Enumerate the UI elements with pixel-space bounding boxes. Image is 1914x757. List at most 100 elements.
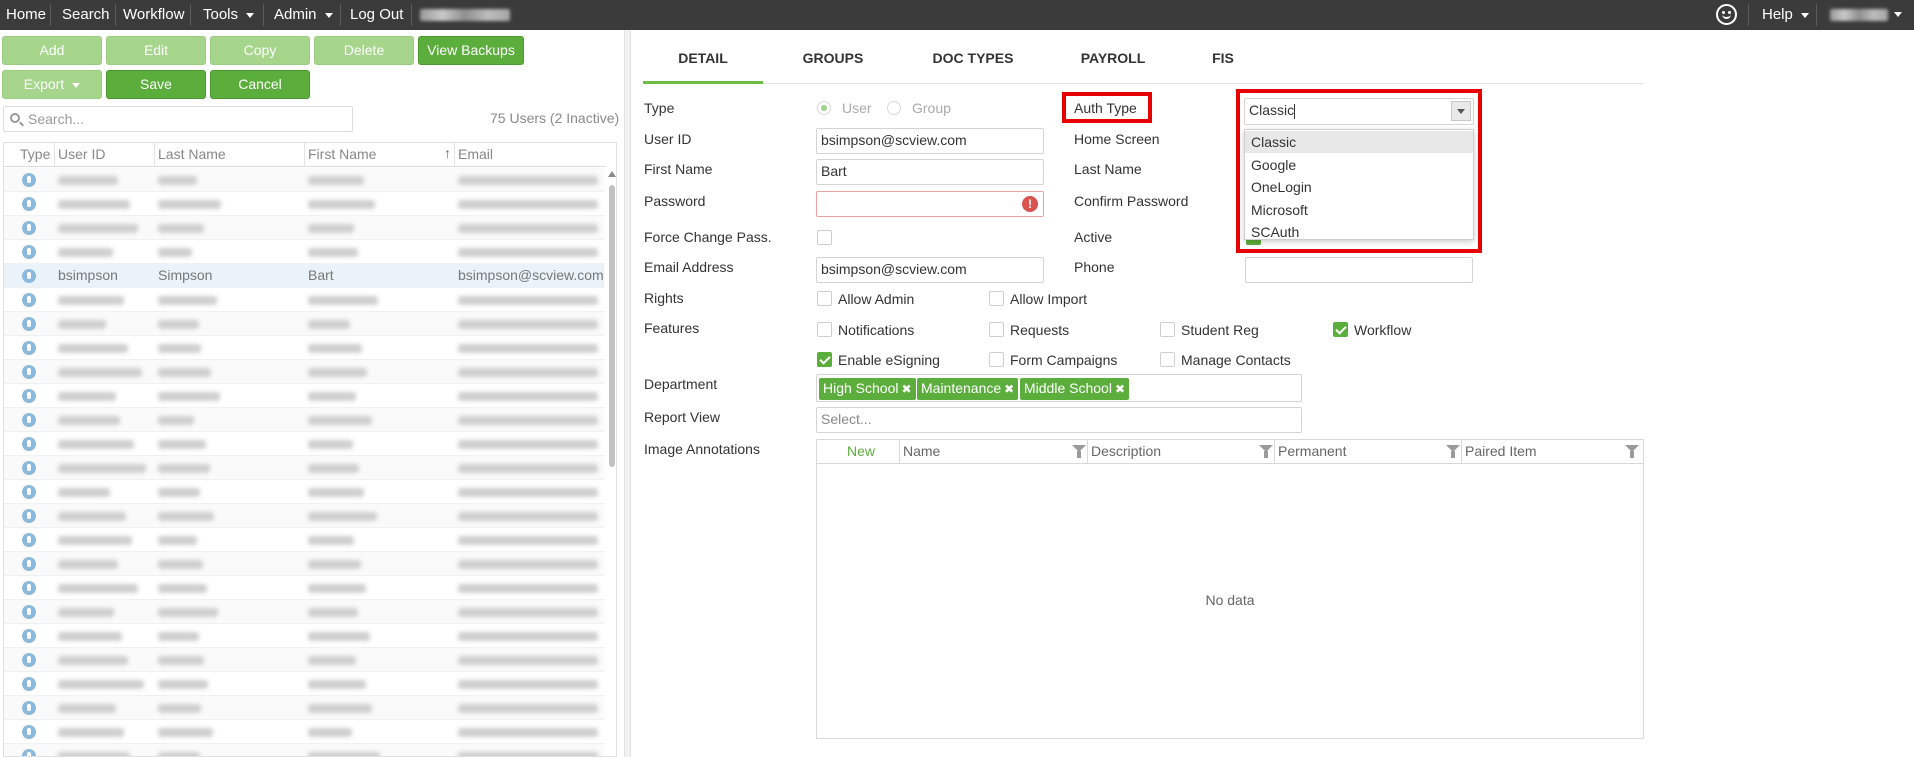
redacted-cell [458, 488, 598, 497]
col-last-name[interactable]: Last Name [158, 146, 226, 162]
scroll-up-arrow-icon[interactable] [608, 171, 616, 177]
table-row[interactable] [4, 432, 604, 456]
workflow-text: Workflow [1354, 322, 1412, 338]
allow-admin-checkbox[interactable] [817, 291, 832, 306]
password-field[interactable]: ! [816, 191, 1044, 217]
table-row[interactable] [4, 360, 604, 384]
table-row[interactable] [4, 744, 604, 756]
redacted-cell [58, 296, 124, 305]
redacted-cell [158, 368, 211, 377]
view-backups-button[interactable]: View Backups [418, 36, 524, 65]
table-row[interactable] [4, 576, 604, 600]
nav-admin-menu[interactable]: Admin [268, 0, 339, 30]
add-button[interactable]: Add [2, 36, 102, 65]
tab-fis[interactable]: FIS [1193, 40, 1253, 84]
user-search-input[interactable]: Search... [3, 106, 353, 132]
col-permanent[interactable]: Permanent [1278, 443, 1346, 459]
remove-tag-icon[interactable]: ✖ [1115, 379, 1125, 399]
department-multiselect[interactable]: High School ✖ Maintenance ✖ Middle School ✖ [816, 374, 1302, 402]
redacted-cell [458, 656, 598, 665]
table-row[interactable] [4, 384, 604, 408]
col-paired-item[interactable]: Paired Item [1465, 443, 1537, 459]
col-type[interactable]: Type [20, 146, 50, 162]
manage-contacts-checkbox[interactable] [1160, 352, 1175, 367]
table-row[interactable] [4, 312, 604, 336]
table-row[interactable] [4, 168, 604, 192]
remove-tag-icon[interactable]: ✖ [1004, 379, 1014, 399]
tab-detail[interactable]: DETAIL [643, 40, 763, 84]
table-row[interactable] [4, 504, 604, 528]
table-row[interactable] [4, 552, 604, 576]
table-row[interactable] [4, 456, 604, 480]
table-row[interactable] [4, 600, 604, 624]
table-row[interactable] [4, 192, 604, 216]
new-annotation-button[interactable]: New [847, 443, 875, 459]
table-row-selected[interactable]: bsimpson Simpson Bart bsimpson@scview.com [4, 264, 604, 288]
notifications-checkbox[interactable] [817, 322, 832, 337]
tab-payroll[interactable]: PAYROLL [1063, 40, 1163, 84]
cancel-button[interactable]: Cancel [210, 70, 310, 99]
table-row[interactable] [4, 648, 604, 672]
table-row[interactable] [4, 408, 604, 432]
table-row[interactable] [4, 240, 604, 264]
col-email[interactable]: Email [458, 146, 493, 162]
feedback-smiley-icon[interactable] [1716, 4, 1737, 25]
scrollbar-thumb[interactable] [609, 185, 615, 467]
redacted-cell [58, 176, 118, 185]
tab-groups[interactable]: GROUPS [783, 40, 883, 84]
chevron-down-icon[interactable] [1894, 12, 1902, 17]
col-name[interactable]: Name [903, 443, 940, 459]
user-type-icon [22, 317, 36, 331]
save-button[interactable]: Save [106, 70, 206, 99]
nav-logout[interactable]: Log Out [344, 0, 409, 30]
form-campaigns-checkbox[interactable] [989, 352, 1004, 367]
edit-button[interactable]: Edit [106, 36, 206, 65]
table-row[interactable] [4, 480, 604, 504]
user-type-icon [22, 173, 36, 187]
type-user-radio[interactable] [817, 101, 831, 115]
force-change-checkbox[interactable] [817, 230, 832, 245]
filter-icon[interactable] [1625, 445, 1639, 458]
nav-search[interactable]: Search [56, 0, 116, 30]
nav-workflow[interactable]: Workflow [117, 0, 190, 30]
tab-doc-types[interactable]: DOC TYPES [913, 40, 1033, 84]
export-button[interactable]: Export [2, 70, 102, 99]
table-row[interactable] [4, 528, 604, 552]
nav-tools-menu[interactable]: Tools [197, 0, 260, 30]
users-grid-scrollbar[interactable] [608, 167, 616, 756]
panel-splitter[interactable] [624, 30, 631, 757]
col-user-id[interactable]: User ID [58, 146, 105, 162]
user-id-field[interactable]: bsimpson@scview.com [816, 128, 1044, 154]
table-row[interactable] [4, 720, 604, 744]
allow-import-checkbox[interactable] [989, 291, 1004, 306]
filter-icon[interactable] [1072, 445, 1086, 458]
remove-tag-icon[interactable]: ✖ [902, 379, 912, 399]
filter-icon[interactable] [1446, 445, 1460, 458]
student-reg-checkbox[interactable] [1160, 322, 1175, 337]
filter-icon[interactable] [1259, 445, 1273, 458]
first-name-field[interactable]: Bart [816, 159, 1044, 185]
redacted-user-menu[interactable] [1830, 9, 1888, 21]
phone-field[interactable] [1245, 257, 1473, 283]
table-row[interactable] [4, 288, 604, 312]
table-row[interactable] [4, 696, 604, 720]
col-first-name[interactable]: First Name [308, 146, 376, 162]
enable-esigning-checkbox[interactable] [817, 352, 832, 367]
delete-button[interactable]: Delete [314, 36, 414, 65]
report-view-select[interactable]: Select... [816, 407, 1302, 433]
table-row[interactable] [4, 672, 604, 696]
workflow-checkbox[interactable] [1333, 322, 1348, 337]
type-group-radio[interactable] [887, 101, 901, 115]
table-row[interactable] [4, 624, 604, 648]
col-description[interactable]: Description [1091, 443, 1161, 459]
table-row[interactable] [4, 336, 604, 360]
email-field[interactable]: bsimpson@scview.com [816, 257, 1044, 283]
nav-home[interactable]: Home [0, 0, 52, 30]
sort-ascending-icon[interactable]: ↑ [444, 145, 451, 161]
table-row[interactable] [4, 216, 604, 240]
redacted-cell [308, 560, 361, 569]
nav-help-menu[interactable]: Help [1756, 0, 1815, 30]
first-name-label: First Name [644, 161, 713, 177]
requests-checkbox[interactable] [989, 322, 1004, 337]
copy-button[interactable]: Copy [210, 36, 310, 65]
